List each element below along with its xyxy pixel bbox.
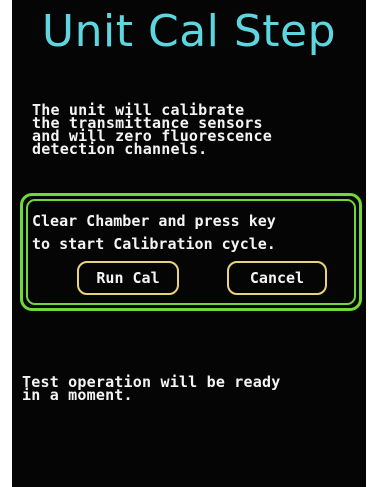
- calibration-dialog: Clear Chamber and press key to start Cal…: [20, 193, 362, 311]
- info-message: The unit will calibrate the transmittanc…: [32, 103, 362, 158]
- run-cal-button[interactable]: Run Cal: [77, 261, 179, 295]
- page-title: Unit Cal Step: [41, 6, 337, 57]
- prompt-line: Clear Chamber and press key: [32, 212, 276, 230]
- info-line: detection channels.: [32, 140, 208, 158]
- device-screen: Unit Cal Step The unit will calibrate th…: [12, 0, 366, 487]
- prompt-line: to start Calibration cycle.: [32, 235, 276, 253]
- cancel-button[interactable]: Cancel: [227, 261, 327, 295]
- status-message: Test operation will be ready in a moment…: [22, 375, 362, 403]
- dialog-prompt: Clear Chamber and press key to start Cal…: [32, 210, 276, 256]
